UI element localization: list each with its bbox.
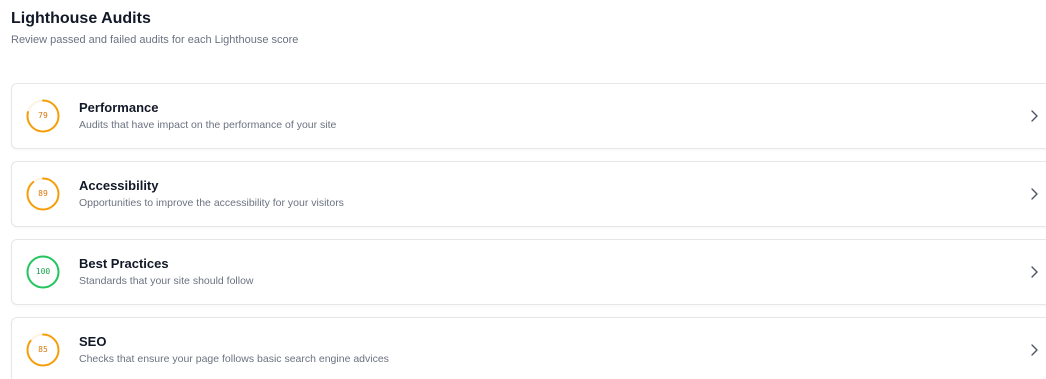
audit-title: Performance: [79, 100, 159, 115]
score-value: 85: [38, 345, 48, 354]
score-gauge: 79: [26, 99, 60, 133]
audit-text: SEO Checks that ensure your page follows…: [79, 334, 389, 366]
audit-list: 79 Performance Audits that have impact o…: [11, 83, 1046, 379]
chevron-right-icon[interactable]: [1029, 343, 1039, 357]
audit-text: Accessibility Opportunities to improve t…: [79, 178, 344, 210]
audit-card-accessibility[interactable]: 89 Accessibility Opportunities to improv…: [11, 161, 1046, 227]
score-gauge: 100: [26, 255, 60, 289]
audit-text: Best Practices Standards that your site …: [79, 256, 254, 288]
audit-title: Best Practices: [79, 256, 169, 271]
audit-title: Accessibility: [79, 178, 159, 193]
lighthouse-audits-page: Lighthouse Audits Review passed and fail…: [0, 0, 1046, 379]
audit-title: SEO: [79, 334, 107, 349]
score-gauge: 89: [26, 177, 60, 211]
score-gauge: 85: [26, 333, 60, 367]
audit-card-best-practices[interactable]: 100 Best Practices Standards that your s…: [11, 239, 1046, 305]
page-subtitle: Review passed and failed audits for each…: [11, 34, 299, 46]
audit-card-seo[interactable]: 85 SEO Checks that ensure your page foll…: [11, 317, 1046, 379]
chevron-right-icon[interactable]: [1029, 265, 1039, 279]
audit-description: Checks that ensure your page follows bas…: [79, 353, 389, 365]
score-value: 100: [35, 267, 51, 276]
audit-card-performance[interactable]: 79 Performance Audits that have impact o…: [11, 83, 1046, 149]
audit-description: Audits that have impact on the performan…: [79, 119, 337, 131]
score-value: 79: [38, 111, 48, 120]
chevron-right-icon[interactable]: [1029, 109, 1039, 123]
chevron-right-icon[interactable]: [1029, 187, 1039, 201]
audit-text: Performance Audits that have impact on t…: [79, 100, 336, 132]
page-title: Lighthouse Audits: [11, 10, 151, 27]
score-value: 89: [38, 189, 48, 198]
audit-description: Opportunities to improve the accessibili…: [79, 197, 344, 209]
audit-description: Standards that your site should follow: [79, 275, 254, 287]
